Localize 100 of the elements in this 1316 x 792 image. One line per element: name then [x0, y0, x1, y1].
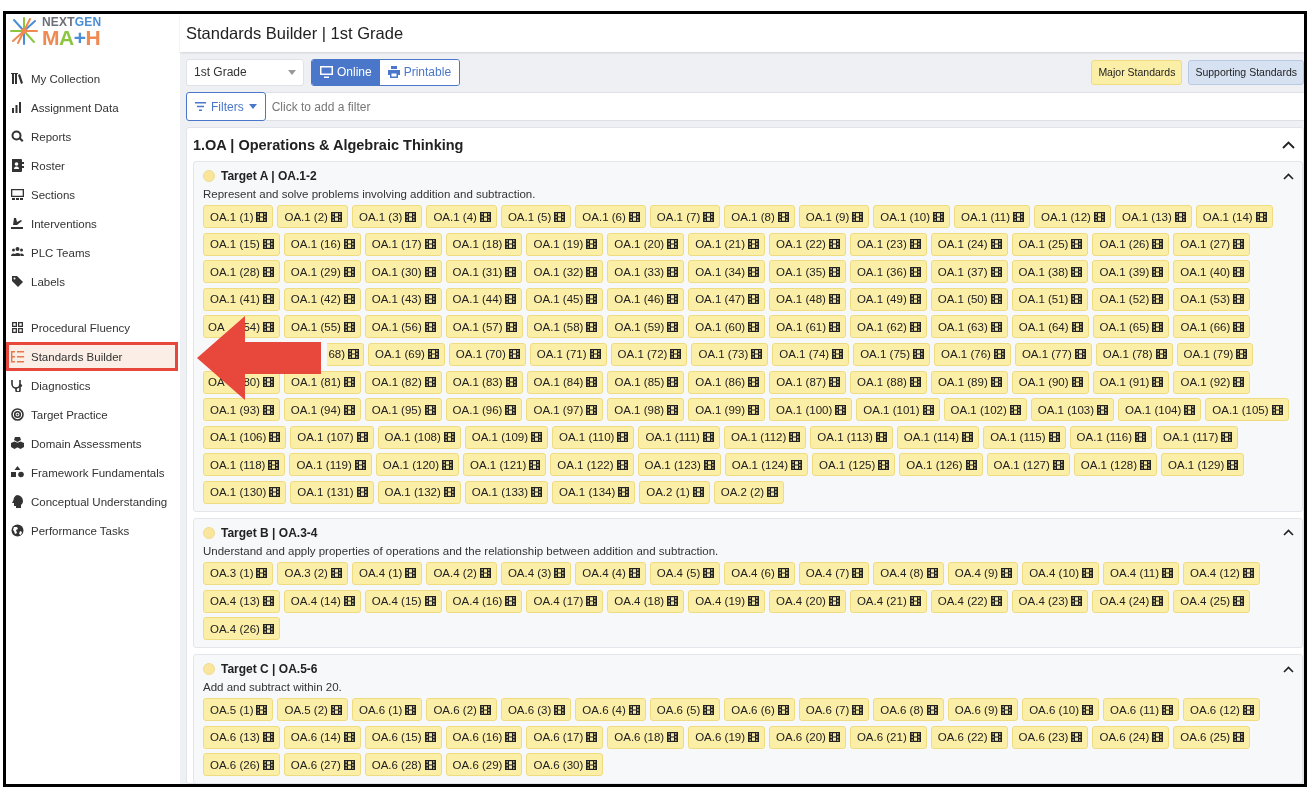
standard-chip[interactable]: OA.1 (117): [1156, 425, 1239, 449]
standard-chip[interactable]: OA.1 (2): [277, 205, 348, 228]
standard-chip[interactable]: OA.6 (10): [1022, 698, 1099, 722]
sidebar-item[interactable]: Target Practice: [6, 400, 180, 429]
sidebar-item[interactable]: Framework Fundamentals: [6, 458, 180, 487]
standard-chip[interactable]: OA.1 (96): [445, 398, 523, 422]
standard-chip[interactable]: OA.1 (92): [1173, 370, 1251, 394]
standard-chip[interactable]: OA.1 (111): [638, 425, 720, 449]
standard-chip[interactable]: OA.6 (11): [1103, 698, 1179, 722]
standard-chip[interactable]: OA.6 (26): [203, 753, 280, 777]
standard-chip[interactable]: OA.1 (100): [769, 398, 853, 422]
standard-chip[interactable]: OA.4 (26): [203, 617, 280, 641]
standard-chip[interactable]: OA.6 (16): [445, 725, 523, 749]
standard-chip[interactable]: OA.1 (57): [445, 315, 523, 339]
standard-chip[interactable]: OA.1 (69): [368, 342, 445, 366]
standard-chip[interactable]: OA.1 (37): [930, 260, 1008, 284]
standard-chip[interactable]: OA.1 (93): [203, 398, 280, 422]
view-toggle[interactable]: Online: [312, 59, 380, 85]
standard-chip[interactable]: OA.1 (99): [688, 398, 765, 422]
standard-chip[interactable]: OA.1 (113): [810, 425, 893, 449]
standard-chip[interactable]: OA.6 (13): [203, 725, 280, 749]
standard-chip[interactable]: OA.1 (130): [203, 480, 287, 504]
standard-chip[interactable]: OA.1 (33): [607, 260, 685, 284]
standard-chip[interactable]: OA.4 (4): [575, 561, 646, 585]
standard-chip[interactable]: OA.1 (34): [688, 260, 765, 284]
standard-chip[interactable]: OA.1 (59): [607, 315, 685, 339]
standard-chip[interactable]: OA.1 (91): [1092, 370, 1170, 394]
standard-chip[interactable]: OA.1 (46): [607, 287, 685, 311]
standard-chip[interactable]: OA.1 (118): [203, 453, 286, 477]
standard-chip[interactable]: OA.6 (3): [500, 698, 572, 722]
standard-chip[interactable]: OA.1 (112): [723, 425, 807, 449]
standard-chip[interactable]: OA.1 (6): [575, 205, 646, 228]
standard-chip[interactable]: OA.1 (83): [445, 370, 523, 394]
standard-chip[interactable]: OA.5 (2): [277, 698, 348, 722]
standard-chip[interactable]: OA.1 (70): [448, 342, 526, 366]
standard-chip[interactable]: OA.6 (18): [607, 725, 685, 749]
standard-chip[interactable]: OA.1 (98): [607, 398, 685, 422]
standard-chip[interactable]: OA.1 (63): [930, 315, 1008, 339]
sidebar-item[interactable]: Roster: [6, 151, 180, 180]
standard-chip[interactable]: OA.1 (49): [849, 287, 927, 311]
standard-chip[interactable]: OA.1 (110): [552, 425, 635, 449]
standard-chip[interactable]: OA.1 (31): [445, 260, 523, 284]
standard-chip[interactable]: OA.6 (7): [798, 698, 870, 722]
grade-dropdown[interactable]: 1st Grade: [186, 58, 304, 86]
chevron-up-icon[interactable]: [1282, 140, 1295, 149]
standard-chip[interactable]: OA.1 (1): [203, 205, 274, 228]
standard-chip[interactable]: OA.1 (81): [284, 370, 361, 394]
standard-chip[interactable]: OA.1 (47): [688, 287, 765, 311]
standard-chip[interactable]: OA.6 (15): [364, 725, 442, 749]
standard-chip[interactable]: OA.1 (51): [1011, 287, 1089, 311]
standard-chip[interactable]: OA.1 (82): [364, 370, 442, 394]
standard-chip[interactable]: OA.4 (15): [364, 589, 442, 613]
standard-chip[interactable]: OA.1 (39): [1092, 260, 1170, 284]
view-toggle[interactable]: Printable: [379, 59, 460, 85]
standard-chip[interactable]: OA.4 (17): [526, 589, 604, 613]
standard-chip[interactable]: OA.4 (11): [1103, 561, 1179, 585]
standard-chip[interactable]: OA.1 (61): [769, 315, 846, 339]
standard-chip[interactable]: OA.1 (21): [688, 232, 765, 256]
standard-chip[interactable]: OA.1 (120): [375, 453, 460, 477]
standard-chip[interactable]: OA.1 (22): [769, 232, 846, 256]
standard-chip[interactable]: OA.1 (8): [724, 205, 795, 228]
standard-chip[interactable]: OA.6 (30): [526, 753, 604, 777]
standard-chip[interactable]: OA.1 (44): [445, 287, 523, 311]
standard-chip[interactable]: OA.4 (18): [607, 589, 685, 613]
standard-chip[interactable]: OA.1 (116): [1069, 425, 1152, 449]
standard-chip[interactable]: OA.6 (2): [426, 698, 497, 722]
standard-chip[interactable]: OA.1 (88): [850, 370, 927, 394]
standard-chip[interactable]: OA.6 (12): [1183, 698, 1260, 722]
standard-chip[interactable]: OA.6 (25): [1173, 725, 1251, 749]
standard-chip[interactable]: OA.1 (12): [1034, 205, 1111, 228]
standard-chip[interactable]: OA.1 (87): [769, 370, 846, 394]
standard-chip[interactable]: OA.1 (9): [798, 205, 870, 228]
standard-chip[interactable]: OA.1 (45): [526, 287, 604, 311]
standard-chip[interactable]: OA.1 (66): [1173, 315, 1251, 339]
standard-chip[interactable]: OA.1 (108): [377, 425, 461, 449]
sidebar-item[interactable]: Reports: [6, 122, 180, 151]
standard-chip[interactable]: OA.6 (19): [688, 725, 765, 749]
standard-chip[interactable]: OA.1 (131): [290, 480, 374, 504]
standard-chip[interactable]: OA.1 (58): [526, 315, 604, 339]
sidebar-item[interactable]: Conceptual Understanding: [6, 487, 180, 516]
standard-chip[interactable]: OA.4 (16): [445, 589, 523, 613]
standard-chip[interactable]: OA.1 (109): [464, 425, 548, 449]
standard-chip[interactable]: 68): [327, 342, 364, 366]
standard-chip[interactable]: OA.6 (28): [364, 753, 442, 777]
standard-chip[interactable]: OA.1 (55): [284, 315, 361, 339]
standard-chip[interactable]: OA.1 (64): [1011, 315, 1089, 339]
standard-chip[interactable]: OA.1 (73): [691, 342, 769, 366]
standard-chip[interactable]: OA.1 (62): [850, 315, 927, 339]
standard-chip[interactable]: OA.1 (76): [934, 342, 1011, 366]
standard-chip[interactable]: OA.1 (20): [607, 232, 685, 256]
standard-chip[interactable]: OA.1 (101): [856, 398, 940, 422]
standard-chip[interactable]: OA.1 (72): [610, 342, 688, 366]
standard-chip[interactable]: OA.1 (86): [688, 370, 766, 394]
standard-chip[interactable]: OA.3 (2): [277, 561, 348, 585]
standard-chip[interactable]: OA.1 (124): [724, 453, 809, 477]
standard-chip[interactable]: OA.1 (13): [1114, 205, 1192, 228]
standard-chip[interactable]: OA.1 (42): [283, 287, 361, 311]
standard-chip[interactable]: OA.6 (24): [1092, 725, 1170, 749]
standard-chip[interactable]: OA.1 (115): [983, 425, 1066, 449]
standard-chip[interactable]: OA.6 (22): [930, 725, 1008, 749]
